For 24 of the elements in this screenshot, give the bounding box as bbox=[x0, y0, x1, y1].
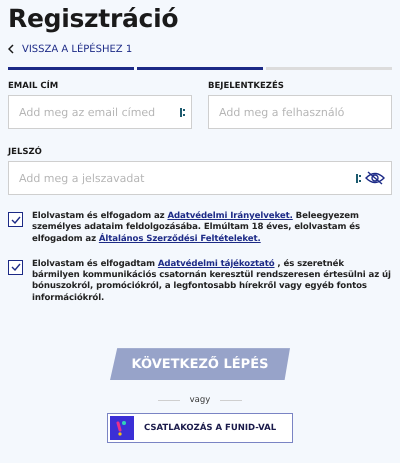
logo-icon bbox=[110, 416, 134, 440]
page-title: Regisztráció bbox=[8, 3, 180, 35]
checkmark-icon bbox=[10, 263, 20, 272]
field-label: BEJELENTKEZÉS bbox=[208, 81, 285, 92]
input-field[interactable]: Add meg az email címed bbox=[8, 95, 192, 129]
password-manager-icon[interactable] bbox=[356, 174, 361, 182]
back-link[interactable]: VISSZA A LÉPÉSHEZ 1 bbox=[22, 44, 132, 54]
password-field[interactable]: Add meg a jelszavadat bbox=[8, 161, 392, 195]
separator-text: vagy bbox=[190, 395, 210, 406]
field-label: JELSZÓ bbox=[8, 147, 43, 158]
checkbox[interactable] bbox=[8, 212, 23, 227]
eye-slash-icon[interactable] bbox=[365, 171, 385, 185]
policy-link[interactable]: Általános Szerződési Feltételeket. bbox=[98, 234, 261, 244]
checkmark-icon bbox=[10, 216, 20, 224]
policy-link[interactable]: Adatvédelmi tájékoztató bbox=[158, 258, 275, 269]
password-manager-icon[interactable] bbox=[180, 108, 185, 116]
consent-text: Elolvastam és elfogadtam Adatvédelmi tájékoztató , és szeretnék bármilyen kommunikációs csatornán keresztül rendszeresen értesülni az új bónuszokról, promóciókról, a legfontosabb hírekről vagy egyéb fontos információkról. bbox=[32, 258, 392, 304]
chevron-left-icon[interactable] bbox=[8, 44, 14, 54]
checkbox[interactable] bbox=[8, 260, 23, 275]
field-label: EMAIL CÍM bbox=[8, 81, 60, 92]
policy-link[interactable]: Adatvédelmi Irányelveket. bbox=[167, 211, 293, 221]
input-field[interactable]: Add meg a felhasználó bbox=[208, 95, 392, 129]
funid-button[interactable]: CSATLAKOZÁS A FUNID-VAL bbox=[107, 413, 293, 444]
consent-text: Elolvastam és elfogadom az Adatvédelmi Irányelveket. Beleegyezem személyes adataim feldolgozásába. Elmúltam 18 éves, elolvastam és elfogadom az Általános Szerződési Feltételeket. bbox=[32, 211, 361, 245]
